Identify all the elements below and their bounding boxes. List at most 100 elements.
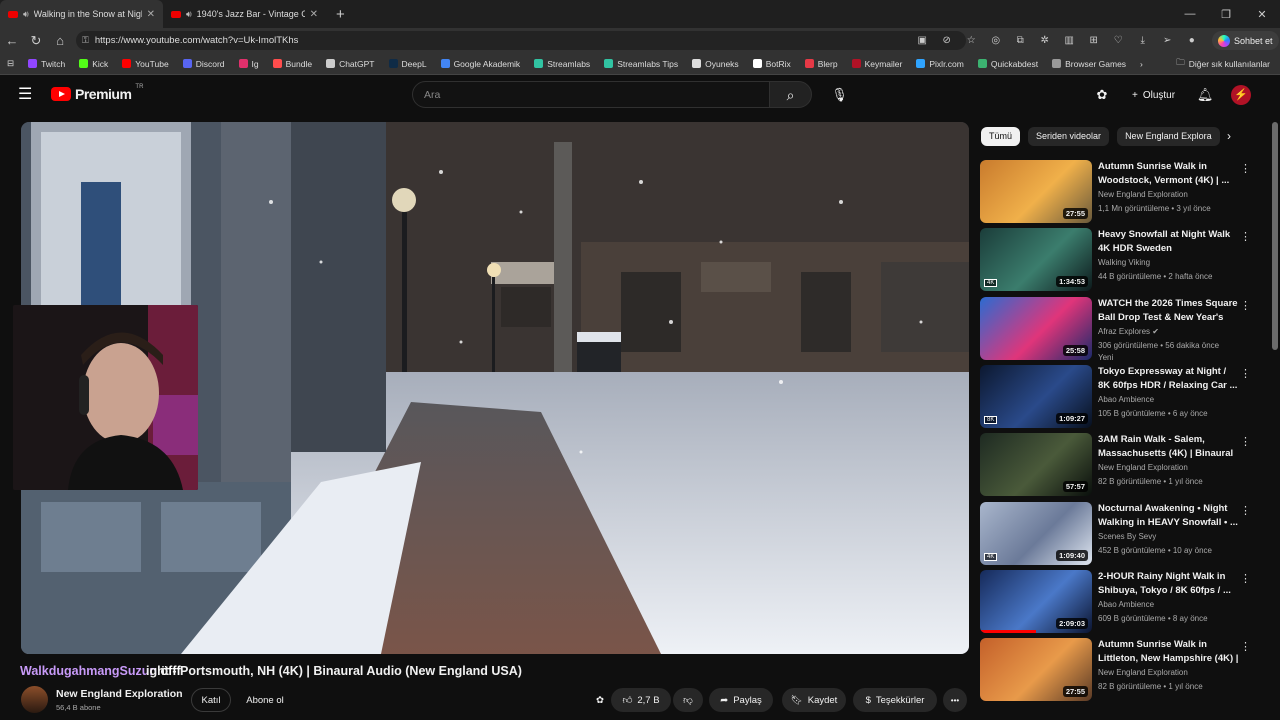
new-tab-icon[interactable]: +: [336, 6, 345, 23]
save-button[interactable]: 🔖︎ Kaydet: [782, 688, 846, 712]
related-video-title[interactable]: 2-HOUR Rainy Night Walk in Shibuya, Toky…: [1098, 570, 1240, 597]
browser-tab-1[interactable]: 🔊︎ Walking in the Snow at Night ✕: [0, 0, 163, 28]
channel-name[interactable]: New England Exploration: [56, 688, 183, 700]
related-video-item[interactable]: 27:55 Autumn Sunrise Walk in Littleton, N…: [980, 638, 1260, 702]
search-input[interactable]: Ara: [412, 81, 770, 108]
minimize-icon[interactable]: —: [1172, 8, 1208, 20]
audio-playing-icon[interactable]: 🔊︎: [186, 9, 192, 20]
youtube-premium-logo[interactable]: Premium TR: [51, 84, 143, 102]
copilot-chat-button[interactable]: Sohbet et: [1212, 31, 1279, 50]
refresh-icon[interactable]: ↻: [24, 33, 48, 49]
profile-icon[interactable]: ●: [1180, 35, 1205, 46]
related-channel-name[interactable]: Abao Ambience: [1098, 395, 1154, 404]
related-video-item[interactable]: 1:09:40 4K Nocturnal Awakening • Night Wal…: [980, 502, 1260, 566]
like-button[interactable]: 👍︎ 2,7 B: [611, 688, 671, 712]
bookmark-item[interactable]: Quickabdest: [971, 59, 1045, 69]
related-channel-name[interactable]: New England Exploration: [1098, 668, 1188, 677]
video-thumbnail[interactable]: 1:09:40 4K: [980, 502, 1092, 565]
close-tab-icon[interactable]: ✕: [310, 9, 318, 20]
bookmarks-toggle-icon[interactable]: ⊟: [0, 58, 21, 69]
related-video-item[interactable]: 2:09:03 2-HOUR Rainy Night Walk in Shibuy…: [980, 570, 1260, 634]
page-scrollbar[interactable]: [1272, 122, 1278, 350]
bookmark-item[interactable]: DeepL: [382, 59, 434, 69]
related-video-item[interactable]: 1:09:27 8K Tokyo Expressway at Night / 8K …: [980, 365, 1260, 429]
bookmark-item[interactable]: Kick: [72, 59, 115, 69]
more-options-icon[interactable]: ⋮: [1240, 572, 1251, 585]
bookmark-item[interactable]: Oyuneks: [685, 59, 746, 69]
bookmarks-overflow-icon[interactable]: ›: [1133, 59, 1150, 69]
extension-game-icon[interactable]: ◎: [984, 35, 1009, 46]
bookmark-item[interactable]: Google Akademik: [434, 59, 528, 69]
maximize-icon[interactable]: ❐: [1208, 8, 1244, 21]
join-button[interactable]: Katıl: [191, 688, 231, 712]
search-button[interactable]: ⌕: [769, 81, 812, 108]
related-video-item[interactable]: 25:58 WATCH the 2026 Times Square Ball Dr…: [980, 297, 1260, 362]
related-video-item[interactable]: 27:55 Autumn Sunrise Walk in Woodstock, V…: [980, 160, 1260, 224]
more-options-icon[interactable]: ⋮: [1240, 230, 1251, 243]
extension-icon[interactable]: ✿: [589, 688, 611, 712]
bookmark-item[interactable]: Discord: [176, 59, 232, 69]
bookmark-item[interactable]: Blerp: [798, 59, 845, 69]
bookmark-item[interactable]: Bundle: [266, 59, 319, 69]
downloads-icon[interactable]: ⤓: [1131, 35, 1156, 46]
back-icon[interactable]: ←: [0, 33, 24, 48]
other-bookmarks-folder[interactable]: 🗀 Diğer sık kullanılanlar: [1176, 53, 1270, 75]
more-options-icon[interactable]: ⋮: [1240, 504, 1251, 517]
chip-all[interactable]: Tümü: [981, 127, 1021, 146]
account-avatar[interactable]: ⚡: [1231, 85, 1252, 105]
related-video-item[interactable]: 57:57 3AM Rain Walk - Salem, Massachusett…: [980, 433, 1260, 497]
bookmark-item[interactable]: Streamlabs Tips: [597, 59, 685, 69]
more-options-icon[interactable]: ⋮: [1240, 435, 1251, 448]
more-options-icon[interactable]: ⋮: [1240, 640, 1251, 653]
related-video-title[interactable]: 3AM Rain Walk - Salem, Massachusetts (4K…: [1098, 433, 1240, 461]
app-available-icon[interactable]: ▣: [910, 35, 935, 46]
related-channel-name[interactable]: New England Exploration: [1098, 190, 1188, 199]
chip-channel[interactable]: New England Explora: [1117, 127, 1220, 146]
dislike-button[interactable]: 👎︎: [673, 688, 703, 712]
menu-icon[interactable]: ☰: [18, 87, 32, 103]
create-button[interactable]: + Oluştur: [1122, 82, 1185, 108]
tracking-icon[interactable]: ⊘: [935, 35, 960, 46]
bookmark-item[interactable]: Ig: [232, 59, 266, 69]
chip-series[interactable]: Seriden videolar: [1028, 127, 1110, 146]
share-icon[interactable]: ➢: [1155, 35, 1180, 46]
browser-tab-2[interactable]: 🔊︎ 1940's Jazz Bar - Vintage Clas ✕: [163, 0, 326, 28]
bookmark-item[interactable]: Browser Games: [1045, 59, 1133, 69]
browser-essentials-icon[interactable]: ♡: [1106, 35, 1131, 46]
related-channel-name[interactable]: Scenes By Sevy: [1098, 532, 1156, 541]
chevron-right-icon[interactable]: ›: [1227, 129, 1231, 143]
bookmark-item[interactable]: Pixlr.com: [909, 59, 970, 69]
audio-playing-icon[interactable]: 🔊︎: [23, 9, 29, 20]
thanks-button[interactable]: $ Teşekkürler: [853, 688, 937, 712]
close-window-icon[interactable]: ✕: [1244, 8, 1280, 21]
related-channel-name[interactable]: Abao Ambience: [1098, 600, 1154, 609]
video-thumbnail[interactable]: 2:09:03: [980, 570, 1092, 633]
related-video-title[interactable]: Autumn Sunrise Walk in Woodstock, Vermon…: [1098, 160, 1240, 187]
bookmark-item[interactable]: Twitch: [21, 59, 72, 69]
related-video-item[interactable]: 1:34:53 4K Heavy Snowfall at Night Walk 4K…: [980, 228, 1260, 292]
sidebar-toggle-icon[interactable]: ▥: [1057, 35, 1082, 46]
video-thumbnail[interactable]: 27:55: [980, 160, 1092, 223]
related-video-title[interactable]: Heavy Snowfall at Night Walk 4K HDR Swed…: [1098, 228, 1240, 255]
site-info-icon[interactable]: ⚿: [82, 35, 89, 46]
bookmark-item[interactable]: Streamlabs: [527, 59, 597, 69]
url-field[interactable]: ⚿ https://www.youtube.com/watch?v=Uk-Imo…: [76, 31, 966, 50]
video-thumbnail[interactable]: 57:57: [980, 433, 1092, 496]
home-icon[interactable]: ⌂: [48, 33, 72, 48]
more-options-icon[interactable]: ⋮: [1240, 299, 1251, 312]
split-screen-icon[interactable]: ⧉: [1008, 35, 1033, 46]
notifications-bell-icon[interactable]: 🔔︎: [1191, 87, 1219, 103]
favorite-star-icon[interactable]: ☆: [959, 35, 984, 46]
bookmark-item[interactable]: ChatGPT: [319, 59, 381, 69]
related-video-title[interactable]: Autumn Sunrise Walk in Littleton, New Ha…: [1098, 638, 1240, 666]
video-thumbnail[interactable]: 27:55: [980, 638, 1092, 701]
more-actions-button[interactable]: •••: [943, 688, 967, 712]
close-tab-icon[interactable]: ✕: [147, 9, 155, 20]
bookmark-item[interactable]: BotRix: [746, 59, 798, 69]
collections-icon[interactable]: ⊞: [1082, 35, 1107, 46]
channel-avatar[interactable]: [21, 686, 48, 713]
related-video-title[interactable]: WATCH the 2026 Times Square Ball Drop Te…: [1098, 297, 1240, 325]
video-thumbnail[interactable]: 1:09:27 8K: [980, 365, 1092, 428]
video-thumbnail[interactable]: 1:34:53 4K: [980, 228, 1092, 291]
subscribe-button[interactable]: Abone ol: [239, 688, 291, 712]
